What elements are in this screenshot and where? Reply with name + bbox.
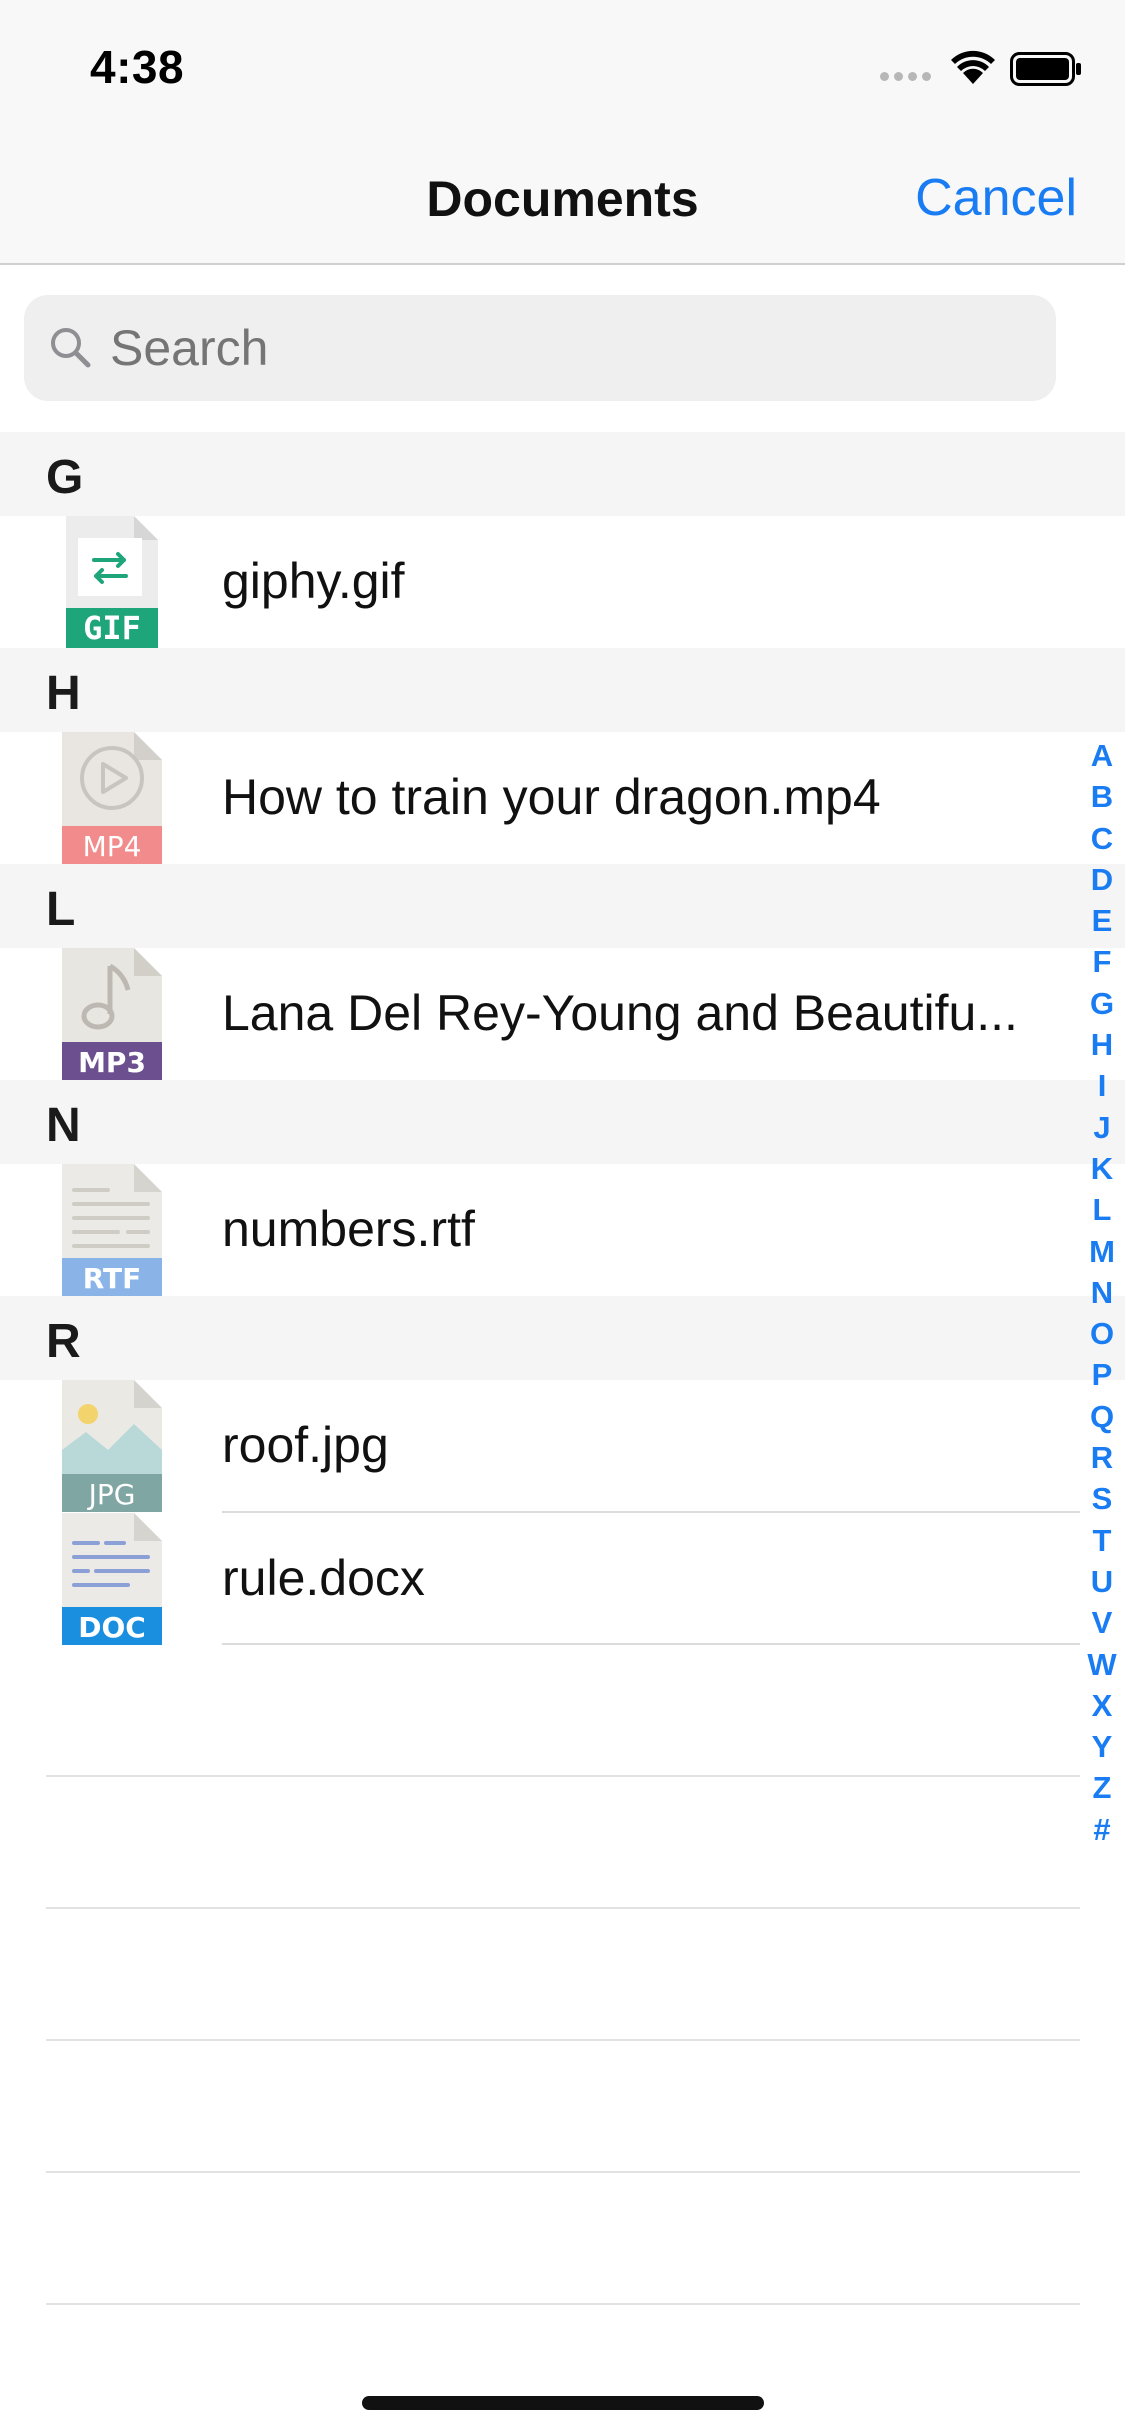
navigation-bar: 4:38 Documents Cancel (0, 0, 1125, 265)
section-header-n: N (0, 1080, 1125, 1164)
index-letter[interactable]: O (1080, 1313, 1124, 1354)
search-bar[interactable] (24, 295, 1056, 401)
file-name: Lana Del Rey-Young and Beautifu... (222, 985, 1018, 1041)
svg-text:JPG: JPG (87, 1478, 136, 1511)
index-letter[interactable]: V (1080, 1602, 1124, 1643)
home-indicator[interactable] (362, 2396, 764, 2410)
index-letter[interactable]: M (1080, 1231, 1124, 1272)
row-separator (222, 1643, 1080, 1645)
search-icon (51, 328, 91, 368)
index-letter[interactable]: T (1080, 1520, 1124, 1561)
index-letter[interactable]: W (1080, 1644, 1124, 1685)
index-letter[interactable]: J (1080, 1107, 1124, 1148)
empty-row-separator (46, 1907, 1080, 1909)
index-letter[interactable]: A (1080, 735, 1124, 776)
svg-text:MP4: MP4 (83, 830, 142, 863)
svg-text:MP3: MP3 (78, 1046, 146, 1079)
index-letter[interactable]: Q (1080, 1396, 1124, 1437)
file-row-lana-del-rey[interactable]: MP3 Lana Del Rey-Young and Beautifu... (0, 948, 1125, 1080)
battery-icon (1010, 52, 1081, 86)
index-letter[interactable]: C (1080, 818, 1124, 859)
index-letter[interactable]: K (1080, 1148, 1124, 1189)
index-letter[interactable]: B (1080, 776, 1124, 817)
empty-row-separator (46, 2303, 1080, 2305)
svg-text:GIF: GIF (83, 609, 141, 647)
index-letter[interactable]: Z (1080, 1767, 1124, 1808)
status-time: 4:38 (90, 41, 185, 93)
section-letter: G (46, 451, 84, 504)
file-name: How to train your dragon.mp4 (222, 769, 881, 825)
file-row-numbers-rtf[interactable]: RTF numbers.rtf (0, 1164, 1125, 1296)
empty-row-separator (46, 2039, 1080, 2041)
section-letter: H (46, 667, 81, 720)
mp4-file-icon: MP4 (62, 732, 162, 864)
file-name: roof.jpg (222, 1417, 389, 1473)
wifi-icon (951, 50, 995, 84)
svg-text:DOC: DOC (78, 1611, 146, 1644)
index-letter[interactable]: N (1080, 1272, 1124, 1313)
index-letter[interactable]: H (1080, 1024, 1124, 1065)
mp3-file-icon: MP3 (62, 948, 162, 1080)
index-letter[interactable]: U (1080, 1561, 1124, 1602)
index-letter[interactable]: X (1080, 1685, 1124, 1726)
section-header-h: H (0, 648, 1125, 732)
cancel-button[interactable]: Cancel (915, 168, 1077, 228)
doc-file-icon: DOC (62, 1513, 162, 1645)
index-letter[interactable]: R (1080, 1437, 1124, 1478)
index-letter[interactable]: L (1080, 1189, 1124, 1230)
index-letter[interactable]: I (1080, 1065, 1124, 1106)
index-letter[interactable]: E (1080, 900, 1124, 941)
file-row-rule-docx[interactable]: DOC rule.docx (0, 1513, 1125, 1645)
file-name: rule.docx (222, 1550, 425, 1606)
index-letter[interactable]: Y (1080, 1726, 1124, 1767)
rtf-file-icon: RTF (62, 1164, 162, 1296)
jpg-file-icon: JPG (62, 1380, 162, 1512)
section-index-bar[interactable]: A B C D E F G H I J K L M N O P Q R S T … (1080, 735, 1124, 1850)
section-letter: R (46, 1315, 81, 1368)
gif-file-icon: GIF (66, 516, 158, 648)
section-header-g: G (0, 432, 1125, 516)
section-letter: N (46, 1099, 81, 1152)
index-letter[interactable]: G (1080, 983, 1124, 1024)
index-letter[interactable]: F (1080, 941, 1124, 982)
empty-row-separator (46, 2171, 1080, 2173)
section-header-r: R (0, 1296, 1125, 1380)
index-letter[interactable]: P (1080, 1354, 1124, 1395)
empty-row-separator (46, 1775, 1080, 1777)
section-header-l: L (0, 864, 1125, 948)
index-letter[interactable]: # (1080, 1809, 1124, 1850)
cellular-signal-icon (880, 72, 936, 84)
file-name: numbers.rtf (222, 1201, 475, 1257)
file-row-how-to-train-your-dragon[interactable]: MP4 How to train your dragon.mp4 (0, 732, 1125, 864)
search-input[interactable] (110, 295, 1030, 401)
file-row-giphy-gif[interactable]: GIF giphy.gif (0, 516, 1125, 648)
index-letter[interactable]: D (1080, 859, 1124, 900)
section-letter: L (46, 883, 76, 936)
index-letter[interactable]: S (1080, 1478, 1124, 1519)
file-row-roof-jpg[interactable]: JPG roof.jpg (0, 1380, 1125, 1512)
file-name: giphy.gif (222, 553, 405, 609)
svg-text:RTF: RTF (83, 1262, 142, 1295)
